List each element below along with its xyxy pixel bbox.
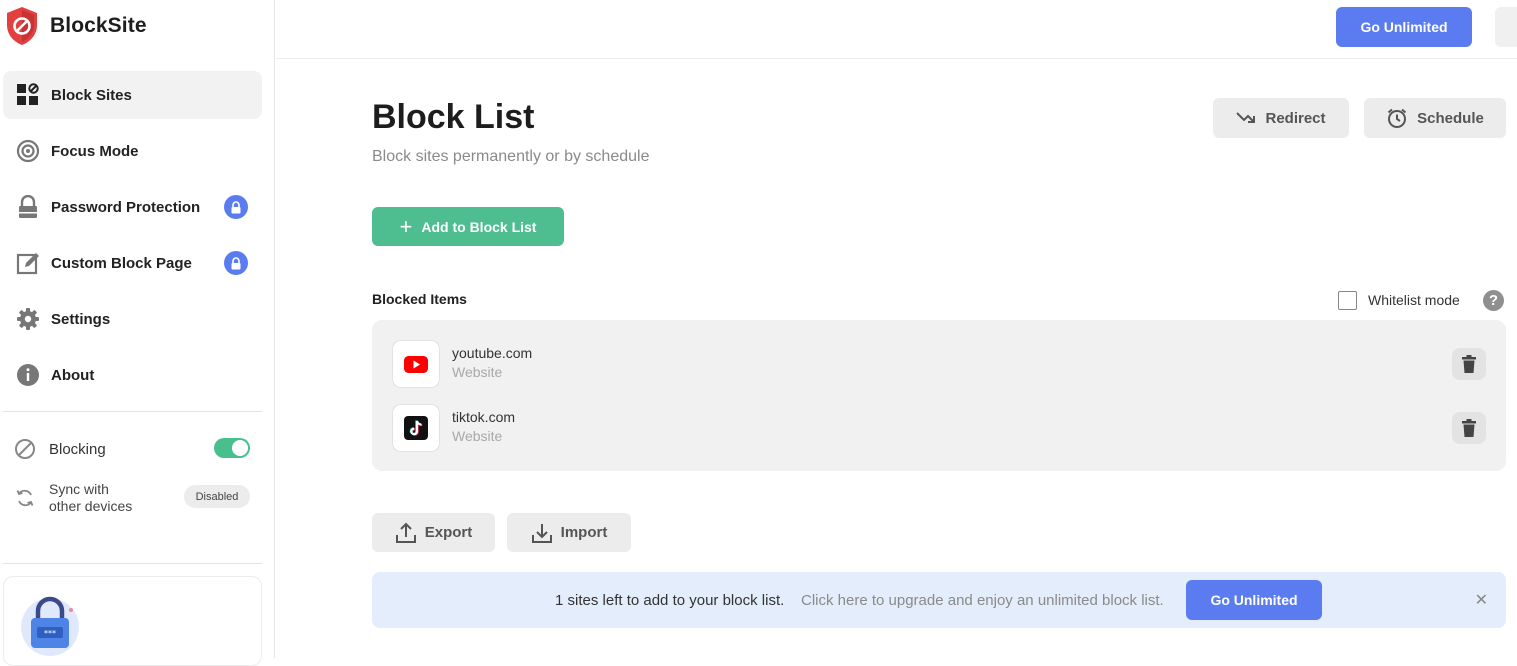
list-item: tiktok.com Website	[392, 404, 1486, 452]
sidebar-item-label: Block Sites	[51, 86, 132, 104]
blocked-items-list: youtube.com Website tiktok.com Website	[372, 320, 1506, 471]
blocksite-shield-logo-icon	[7, 7, 37, 45]
padlock-icon	[16, 195, 40, 219]
sidebar-item-label: Focus Mode	[51, 142, 139, 160]
blocking-label: Blocking	[49, 440, 106, 458]
help-icon[interactable]: ?	[1483, 290, 1504, 311]
whitelist-checkbox[interactable]	[1338, 290, 1357, 310]
brand[interactable]: BlockSite	[4, 6, 147, 46]
premium-lock-icon	[224, 251, 248, 275]
blocked-items-heading: Blocked Items	[372, 291, 467, 307]
premium-lock-icon	[224, 195, 248, 219]
edit-page-icon	[16, 251, 40, 275]
export-label: Export	[424, 524, 473, 541]
whitelist-mode-toggle[interactable]: Whitelist mode	[1338, 290, 1460, 310]
sidebar: BlockSite Block Sites Focus Mode Passwor…	[0, 0, 275, 666]
sidebar-item-block-sites[interactable]: Block Sites	[3, 71, 262, 119]
sync-label-line1: Sync with	[49, 481, 109, 497]
trash-icon	[1462, 419, 1476, 437]
password-lock-illustration-icon: ***	[21, 596, 79, 656]
gear-icon	[16, 307, 40, 331]
import-download-icon	[531, 523, 552, 543]
sidebar-divider	[3, 563, 262, 564]
switch-knob	[232, 440, 248, 456]
site-domain: tiktok.com	[452, 409, 516, 425]
plus-icon: +	[399, 213, 413, 239]
add-to-block-list-button[interactable]: + Add to Block List	[372, 207, 564, 246]
svg-text:***: ***	[44, 629, 56, 638]
go-unlimited-button[interactable]: Go Unlimited	[1336, 7, 1472, 47]
blocking-switch[interactable]	[214, 438, 250, 458]
redirect-arrow-icon	[1236, 112, 1256, 123]
schedule-button[interactable]: Schedule	[1364, 98, 1506, 138]
sidebar-item-about[interactable]: About	[3, 351, 262, 399]
sidebar-item-settings[interactable]: Settings	[3, 295, 262, 343]
sidebar-item-label: About	[51, 366, 95, 384]
banner-go-unlimited-button[interactable]: Go Unlimited	[1186, 580, 1322, 620]
youtube-icon	[392, 340, 440, 388]
sync-icon	[16, 489, 34, 507]
schedule-label: Schedule	[1417, 109, 1484, 127]
trash-icon	[1462, 355, 1476, 373]
upgrade-banner[interactable]: 1 sites left to add to your block list. …	[372, 572, 1506, 628]
import-button[interactable]: Import	[507, 513, 631, 552]
page-title: Block List	[372, 98, 535, 136]
banner-sub-text[interactable]: Click here to upgrade and enjoy an unlim…	[801, 592, 1164, 609]
import-label: Import	[560, 524, 608, 541]
page-subtitle: Block sites permanently or by schedule	[372, 148, 650, 165]
brand-name: BlockSite	[50, 14, 147, 37]
site-type: Website	[452, 428, 503, 444]
sidebar-item-focus-mode[interactable]: Focus Mode	[3, 127, 262, 175]
tiktok-icon	[392, 404, 440, 452]
add-label: Add to Block List	[421, 218, 537, 235]
export-upload-icon	[395, 522, 416, 543]
site-type: Website	[452, 364, 503, 380]
delete-button[interactable]	[1452, 348, 1486, 380]
export-button[interactable]: Export	[372, 513, 495, 552]
blocking-toggle-row: Blocking	[14, 434, 250, 464]
alarm-clock-icon	[1388, 108, 1407, 128]
list-item: youtube.com Website	[392, 340, 1486, 388]
focus-target-icon	[16, 139, 40, 163]
sidebar-item-custom-block-page[interactable]: Custom Block Page	[3, 239, 262, 287]
block-sites-icon	[16, 83, 40, 107]
delete-button[interactable]	[1452, 412, 1486, 444]
account-menu-button[interactable]	[1495, 7, 1517, 47]
sidebar-item-label: Custom Block Page	[51, 254, 192, 272]
sidebar-nav: Block Sites Focus Mode Password Protecti…	[3, 71, 262, 407]
sidebar-item-label: Password Protection	[51, 198, 201, 216]
sync-status-badge[interactable]: Disabled	[184, 485, 250, 508]
sidebar-item-label: Settings	[51, 310, 111, 328]
whitelist-label: Whitelist mode	[1368, 292, 1460, 308]
site-domain: youtube.com	[452, 345, 533, 361]
redirect-button[interactable]: Redirect	[1213, 98, 1349, 138]
info-icon	[16, 363, 40, 387]
sync-row: Sync with other devices Disabled	[14, 479, 250, 517]
redirect-label: Redirect	[1265, 109, 1326, 127]
close-icon[interactable]: ✕	[1475, 590, 1488, 610]
blocking-circle-icon	[15, 439, 35, 459]
banner-main-text: 1 sites left to add to your block list.	[555, 592, 785, 609]
sync-label-line2: other devices	[49, 498, 133, 514]
sync-label: Sync with other devices	[49, 481, 132, 515]
promo-card[interactable]: ***	[3, 576, 262, 666]
top-bar: Go Unlimited	[276, 0, 1517, 59]
sidebar-divider	[3, 411, 262, 412]
sidebar-item-password-protection[interactable]: Password Protection	[3, 183, 262, 231]
